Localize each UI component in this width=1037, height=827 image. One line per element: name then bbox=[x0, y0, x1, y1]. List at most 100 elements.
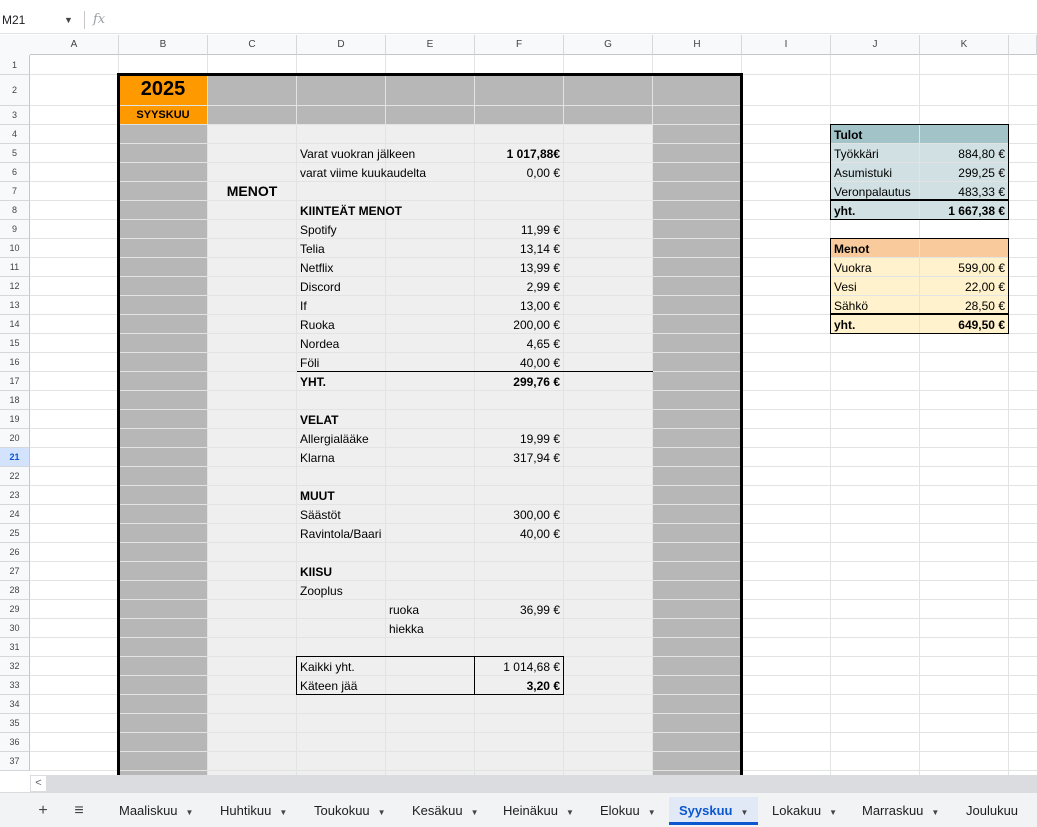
housing-expense-value[interactable]: 28,50 € bbox=[923, 300, 1005, 312]
row-header[interactable]: 21 bbox=[0, 448, 30, 467]
row-header[interactable]: 23 bbox=[0, 486, 30, 505]
zooplus-label[interactable]: Zooplus bbox=[300, 585, 382, 597]
debt-label[interactable]: Klarna bbox=[300, 452, 335, 464]
column-header[interactable]: B bbox=[119, 35, 208, 55]
sheet-tab[interactable]: Toukokuu ▼ bbox=[314, 797, 386, 825]
fixed-expense-label[interactable]: Telia bbox=[300, 243, 325, 255]
cat-expense-value[interactable]: 36,99 € bbox=[478, 604, 560, 616]
tulot-total-label[interactable]: yht. bbox=[834, 205, 916, 217]
chevron-down-icon[interactable]: ▼ bbox=[64, 9, 73, 31]
velat-title[interactable]: VELAT bbox=[300, 414, 382, 426]
fixed-expense-label[interactable]: Ruoka bbox=[300, 319, 335, 331]
row-header[interactable]: 22 bbox=[0, 467, 30, 486]
row-header[interactable]: 14 bbox=[0, 315, 30, 334]
column-header[interactable] bbox=[1009, 35, 1037, 55]
row-header[interactable]: 26 bbox=[0, 543, 30, 562]
fixed-expense-value[interactable]: 4,65 € bbox=[478, 338, 560, 350]
chevron-down-icon[interactable]: ▼ bbox=[471, 808, 479, 817]
all-total-value[interactable]: 1 014,68 € bbox=[478, 661, 560, 673]
column-header[interactable]: E bbox=[386, 35, 475, 55]
income-value[interactable]: 483,33 € bbox=[923, 186, 1005, 198]
row-header[interactable]: 27 bbox=[0, 562, 30, 581]
income-value[interactable]: 884,80 € bbox=[923, 148, 1005, 160]
row-header[interactable]: 34 bbox=[0, 695, 30, 714]
sheet-tab[interactable]: Lokakuu ▼ bbox=[772, 797, 837, 825]
other-expense-value[interactable]: 300,00 € bbox=[478, 509, 560, 521]
fixed-expenses-title[interactable]: KIINTEÄT MENOT bbox=[300, 205, 402, 217]
tulot-total-value[interactable]: 1 667,38 € bbox=[923, 205, 1005, 217]
column-header[interactable]: F bbox=[475, 35, 564, 55]
row-header[interactable]: 28 bbox=[0, 581, 30, 600]
fixed-total-label[interactable]: YHT. bbox=[300, 376, 382, 388]
sheet-tab[interactable]: Huhtikuu ▼ bbox=[220, 797, 287, 825]
row-header[interactable]: 7 bbox=[0, 182, 30, 201]
fixed-expense-value[interactable]: 13,00 € bbox=[478, 300, 560, 312]
fixed-expense-label[interactable]: Nordea bbox=[300, 338, 339, 350]
row-header[interactable]: 18 bbox=[0, 391, 30, 410]
chevron-down-icon[interactable]: ▼ bbox=[378, 808, 386, 817]
month-cell[interactable]: SYYSKUU bbox=[122, 110, 204, 121]
name-box[interactable]: M21 ▼ bbox=[0, 9, 82, 31]
varat-label[interactable]: Varat vuokran jälkeen bbox=[300, 148, 415, 160]
chevron-down-icon[interactable]: ▼ bbox=[566, 808, 574, 817]
sheet-tab[interactable]: Joulukuu bbox=[966, 797, 1018, 825]
column-header[interactable]: I bbox=[742, 35, 831, 55]
sheet-tab[interactable]: Elokuu ▼ bbox=[600, 797, 656, 825]
row-header[interactable]: 17 bbox=[0, 372, 30, 391]
cat-expense-label[interactable]: ruoka bbox=[389, 604, 419, 616]
row-header[interactable]: 11 bbox=[0, 258, 30, 277]
tulot-title[interactable]: Tulot bbox=[834, 129, 916, 141]
sheet-tab[interactable]: Kesäkuu ▼ bbox=[412, 797, 479, 825]
other-expense-label[interactable]: Säästöt bbox=[300, 509, 341, 521]
column-header[interactable]: A bbox=[30, 35, 119, 55]
fixed-expense-value[interactable]: 40,00 € bbox=[478, 357, 560, 369]
row-header[interactable]: 25 bbox=[0, 524, 30, 543]
chevron-down-icon[interactable]: ▼ bbox=[740, 808, 748, 817]
row-header[interactable]: 33 bbox=[0, 676, 30, 695]
add-sheet-icon[interactable]: + bbox=[31, 799, 55, 823]
fixed-expense-label[interactable]: Netflix bbox=[300, 262, 333, 274]
all-total-label[interactable]: Kaikki yht. bbox=[300, 661, 382, 673]
sheet-tab[interactable]: Maaliskuu ▼ bbox=[119, 797, 193, 825]
row-header[interactable]: 5 bbox=[0, 144, 30, 163]
row-header[interactable]: 10 bbox=[0, 239, 30, 258]
row-header[interactable]: 12 bbox=[0, 277, 30, 296]
housing-expense-label[interactable]: Sähkö bbox=[834, 300, 868, 312]
chevron-down-icon[interactable]: ▼ bbox=[931, 808, 939, 817]
year-cell[interactable]: 2025 bbox=[122, 79, 204, 99]
fixed-expense-label[interactable]: Föli bbox=[300, 357, 319, 369]
horizontal-scrollbar[interactable] bbox=[30, 775, 1037, 792]
prev-month-label[interactable]: varat viime kuukaudelta bbox=[300, 167, 426, 179]
housing-expense-label[interactable]: Vesi bbox=[834, 281, 857, 293]
row-header[interactable]: 19 bbox=[0, 410, 30, 429]
row-header[interactable]: 3 bbox=[0, 106, 30, 125]
row-header[interactable]: 20 bbox=[0, 429, 30, 448]
row-header[interactable]: 15 bbox=[0, 334, 30, 353]
housing-expense-label[interactable]: Vuokra bbox=[834, 262, 872, 274]
row-header[interactable]: 35 bbox=[0, 714, 30, 733]
income-value[interactable]: 299,25 € bbox=[923, 167, 1005, 179]
muut-title[interactable]: MUUT bbox=[300, 490, 382, 502]
column-header[interactable]: G bbox=[564, 35, 653, 55]
row-header[interactable]: 30 bbox=[0, 619, 30, 638]
column-header[interactable]: H bbox=[653, 35, 742, 55]
sheet-grid[interactable]: 2025 SYYSKUU Varat vuokran jälkeen 1 017… bbox=[30, 55, 1037, 775]
row-header[interactable]: 24 bbox=[0, 505, 30, 524]
fixed-expense-label[interactable]: Spotify bbox=[300, 224, 337, 236]
scroll-left-icon[interactable]: < bbox=[30, 775, 47, 792]
other-expense-value[interactable]: 40,00 € bbox=[478, 528, 560, 540]
income-label[interactable]: Asumistuki bbox=[834, 167, 892, 179]
column-header[interactable]: C bbox=[208, 35, 297, 55]
row-header[interactable]: 2 bbox=[0, 75, 30, 106]
other-expense-label[interactable]: Ravintola/Baari bbox=[300, 528, 381, 540]
row-header[interactable]: 37 bbox=[0, 752, 30, 771]
income-label[interactable]: Veronpalautus bbox=[834, 186, 911, 198]
chevron-down-icon[interactable]: ▼ bbox=[648, 808, 656, 817]
row-header[interactable]: 9 bbox=[0, 220, 30, 239]
row-header[interactable]: 6 bbox=[0, 163, 30, 182]
row-header[interactable]: 16 bbox=[0, 353, 30, 372]
row-header[interactable]: 8 bbox=[0, 201, 30, 220]
row-header[interactable]: 13 bbox=[0, 296, 30, 315]
fixed-expense-value[interactable]: 200,00 € bbox=[478, 319, 560, 331]
prev-month-value[interactable]: 0,00 € bbox=[478, 167, 560, 179]
